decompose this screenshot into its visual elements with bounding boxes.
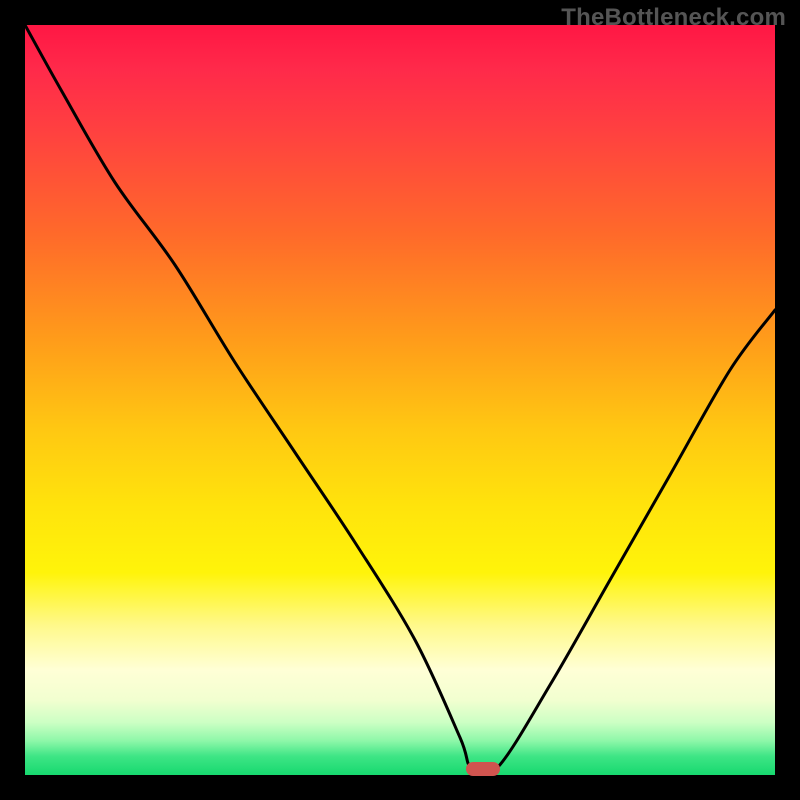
watermark-text: TheBottleneck.com	[561, 4, 786, 32]
chart-frame: TheBottleneck.com	[0, 0, 800, 800]
plot-area	[25, 25, 775, 775]
optimal-marker	[466, 762, 500, 776]
bottleneck-gradient	[25, 25, 775, 775]
